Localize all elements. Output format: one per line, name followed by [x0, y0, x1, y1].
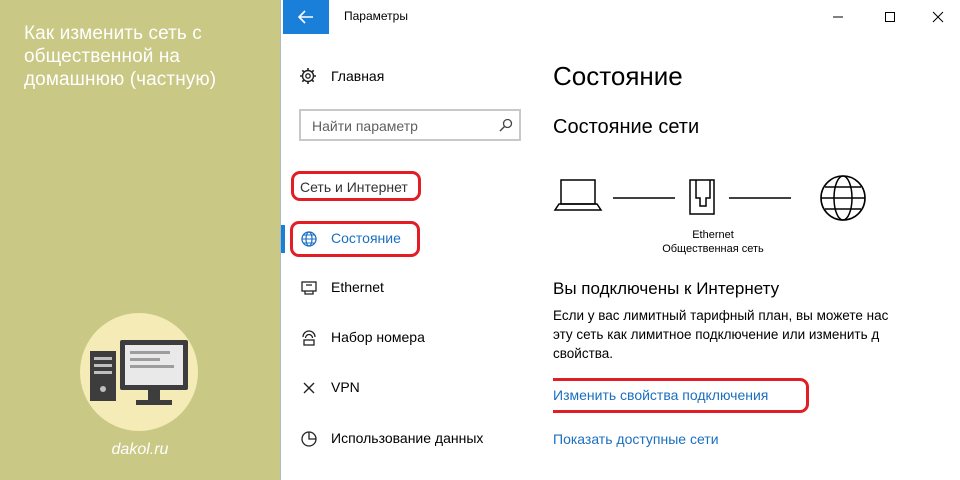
section-header-highlight: Сеть и Интернет: [291, 171, 421, 201]
vpn-icon: [299, 378, 319, 398]
description-line: эту сеть как лимитное подключение или из…: [553, 327, 880, 342]
status-highlight: [290, 221, 420, 257]
data-usage-icon: [299, 429, 319, 449]
title-bar: Параметры: [281, 0, 960, 34]
computer-icon: [553, 179, 603, 211]
main-content: Состояние Состояние сети Ethernet Общест…: [553, 34, 960, 480]
page-title: Состояние: [553, 61, 683, 91]
maximize-button[interactable]: [867, 0, 913, 34]
computer-logo-icon: [80, 313, 198, 431]
sidebar-item-dialup[interactable]: Набор номера: [281, 320, 543, 356]
dialup-icon: [299, 328, 319, 348]
active-indicator: [281, 225, 285, 253]
close-button[interactable]: [915, 0, 960, 34]
sidebar-item-data-usage-label: Использование данных: [331, 430, 484, 446]
sidebar-item-vpn-label: VPN: [331, 379, 360, 395]
section-header: Сеть и Интернет: [300, 179, 408, 195]
sidebar: Главная Найти параметр Сеть и Интернет С…: [281, 34, 543, 480]
network-type: Общественная сеть: [662, 243, 764, 255]
window-title: Параметры: [344, 9, 408, 23]
sidebar-item-home-label: Главная: [331, 68, 385, 84]
description-line: Если у вас лимитный тарифный план, вы мо…: [553, 308, 889, 323]
sidebar-item-data-usage[interactable]: Использование данных: [281, 421, 543, 457]
sidebar-item-home[interactable]: Главная: [299, 67, 384, 85]
globe-icon: [820, 175, 866, 221]
ethernet-adapter-icon: [689, 179, 715, 215]
show-available-networks-link[interactable]: Показать доступные сети: [553, 431, 719, 447]
section-title: Состояние сети: [553, 116, 700, 138]
minimize-icon: [833, 16, 843, 18]
minimize-button[interactable]: [815, 0, 861, 34]
description-line: свойства.: [553, 346, 614, 361]
settings-window: Параметры Главная Найти параметр Сеть и …: [280, 0, 960, 480]
search-icon: [499, 118, 513, 132]
metered-description: Если у вас лимитный тарифный план, вы мо…: [553, 306, 960, 363]
sidebar-item-dialup-label: Набор номера: [331, 329, 425, 345]
gear-icon: [300, 68, 316, 84]
adapter-name: Ethernet: [692, 229, 734, 241]
change-connection-properties-link[interactable]: Изменить свойства подключения: [553, 387, 768, 403]
search-placeholder: Найти параметр: [312, 118, 418, 134]
network-diagram: [553, 175, 866, 221]
close-icon: [932, 11, 944, 23]
ethernet-icon: [299, 278, 319, 298]
promo-caption: Как изменить сеть с общественной на дома…: [24, 23, 217, 90]
maximize-icon: [885, 12, 895, 22]
sidebar-item-ethernet[interactable]: Ethernet: [281, 270, 543, 306]
arrow-left-icon: [298, 10, 313, 24]
search-input[interactable]: Найти параметр: [299, 109, 521, 141]
network-caption: Ethernet Общественная сеть: [613, 228, 813, 256]
site-watermark: dakol.ru: [111, 441, 169, 458]
connection-status: Вы подключены к Интернету: [553, 279, 780, 298]
promo-panel: Как изменить сеть с общественной на дома…: [0, 0, 280, 480]
sidebar-item-ethernet-label: Ethernet: [331, 279, 384, 295]
sidebar-item-vpn[interactable]: VPN: [281, 370, 543, 406]
back-button[interactable]: [283, 0, 329, 34]
